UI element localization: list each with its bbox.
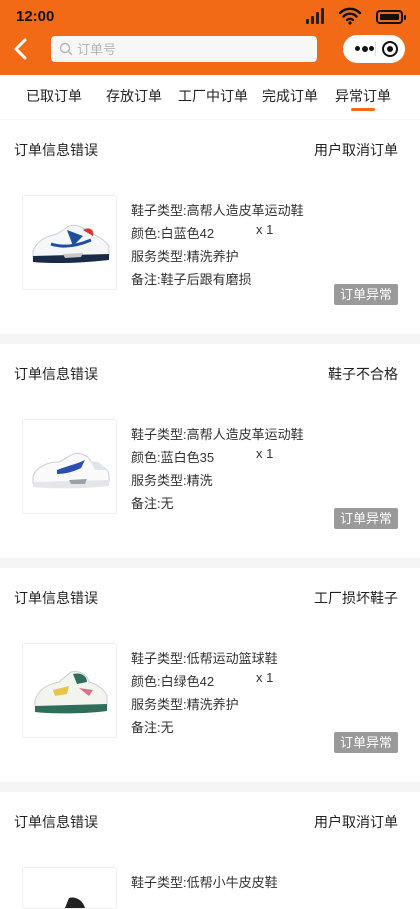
order-title: 订单信息错误 — [14, 366, 98, 382]
wifi-icon — [338, 7, 362, 25]
back-arrow-icon[interactable] — [8, 36, 34, 62]
order-info: 鞋子类型:低帮运动篮球鞋 颜色:白绿色42 服务类型:精洗养护 备注:无 — [131, 647, 278, 739]
shoe-type: 鞋子类型:高帮人造皮革运动鞋 — [131, 203, 304, 218]
battery-icon — [376, 10, 406, 24]
tab-label: 已取订单 — [26, 88, 82, 104]
service-type: 服务类型:精洗养护 — [131, 249, 239, 264]
shoe-color: 颜色:白蓝色42 — [131, 226, 215, 241]
order-reason: 鞋子不合格 — [328, 366, 398, 382]
order-tabs: 已取订单 存放订单 工厂中订单 完成订单 异常订单 — [0, 75, 420, 119]
capsule-divider — [375, 42, 376, 56]
tab-abnormal[interactable]: 异常订单 — [331, 75, 395, 119]
order-status-badge[interactable]: 订单异常 — [333, 284, 398, 305]
service-type: 服务类型:精洗 — [131, 473, 213, 488]
top-bar: 12:00 — [0, 0, 420, 75]
order-card[interactable]: 订单信息错误 鞋子不合格 鞋子类型:高帮人造皮革运动鞋 颜色:蓝白色35 服务类… — [0, 344, 420, 558]
shoe-type: 鞋子类型:高帮人造皮革运动鞋 — [131, 427, 304, 442]
order-info: 鞋子类型:高帮人造皮革运动鞋 颜色:蓝白色35 服务类型:精洗 备注:无 — [131, 423, 304, 515]
order-title: 订单信息错误 — [14, 590, 98, 606]
order-info: 鞋子类型:低帮小牛皮皮鞋 — [131, 871, 278, 894]
order-reason: 用户取消订单 — [314, 142, 398, 158]
tab-stored[interactable]: 存放订单 — [102, 75, 166, 119]
shoe-image — [22, 867, 117, 909]
search-input[interactable] — [77, 36, 307, 62]
tab-in-factory[interactable]: 工厂中订单 — [178, 75, 248, 119]
search-icon — [59, 42, 73, 56]
search-box[interactable] — [51, 36, 317, 62]
order-info: 鞋子类型:高帮人造皮革运动鞋 颜色:白蓝色42 服务类型:精洗养护 备注:鞋子后… — [131, 199, 304, 291]
order-note: 备注:鞋子后跟有磨损 — [131, 272, 252, 287]
order-note: 备注:无 — [131, 720, 174, 735]
tab-completed[interactable]: 完成订单 — [258, 75, 322, 119]
shoe-type: 鞋子类型:低帮小牛皮皮鞋 — [131, 875, 278, 890]
order-status-badge[interactable]: 订单异常 — [333, 732, 398, 753]
order-card[interactable]: 订单信息错误 用户取消订单 鞋子类型:高帮人造皮革运动鞋 颜色:白蓝色42 服务… — [0, 120, 420, 334]
tab-label: 工厂中订单 — [178, 88, 248, 104]
shoe-image — [22, 195, 117, 290]
tab-label: 完成订单 — [262, 88, 318, 104]
order-reason: 工厂损坏鞋子 — [314, 590, 398, 606]
tab-label: 存放订单 — [106, 88, 162, 104]
shoe-type: 鞋子类型:低帮运动篮球鞋 — [131, 651, 278, 666]
order-quantity: x 1 — [256, 670, 274, 685]
order-quantity: x 1 — [256, 222, 274, 237]
order-status-badge[interactable]: 订单异常 — [333, 508, 398, 529]
tab-picked-up[interactable]: 已取订单 — [22, 75, 86, 119]
close-mini-program-icon[interactable] — [382, 41, 398, 57]
signal-icon — [306, 8, 326, 24]
status-bar: 12:00 — [0, 0, 420, 32]
order-title: 订单信息错误 — [14, 142, 98, 158]
more-icon[interactable] — [355, 45, 374, 52]
order-card[interactable]: 订单信息错误 工厂损坏鞋子 鞋子类型:低帮运动篮球鞋 颜色:白绿色42 服务类型… — [0, 568, 420, 782]
order-card[interactable]: 订单信息错误 用户取消订单 鞋子类型:低帮小牛皮皮鞋 — [0, 792, 420, 909]
mini-program-capsule[interactable] — [343, 35, 405, 63]
active-tab-indicator — [351, 108, 375, 111]
tab-label: 异常订单 — [335, 88, 391, 104]
service-type: 服务类型:精洗养护 — [131, 697, 239, 712]
shoe-image — [22, 419, 117, 514]
order-reason: 用户取消订单 — [314, 814, 398, 830]
order-note: 备注:无 — [131, 496, 174, 511]
shoe-color: 颜色:蓝白色35 — [131, 450, 215, 465]
shoe-image — [22, 643, 117, 738]
status-time: 12:00 — [16, 8, 55, 25]
order-quantity: x 1 — [256, 446, 274, 461]
order-title: 订单信息错误 — [14, 814, 98, 830]
